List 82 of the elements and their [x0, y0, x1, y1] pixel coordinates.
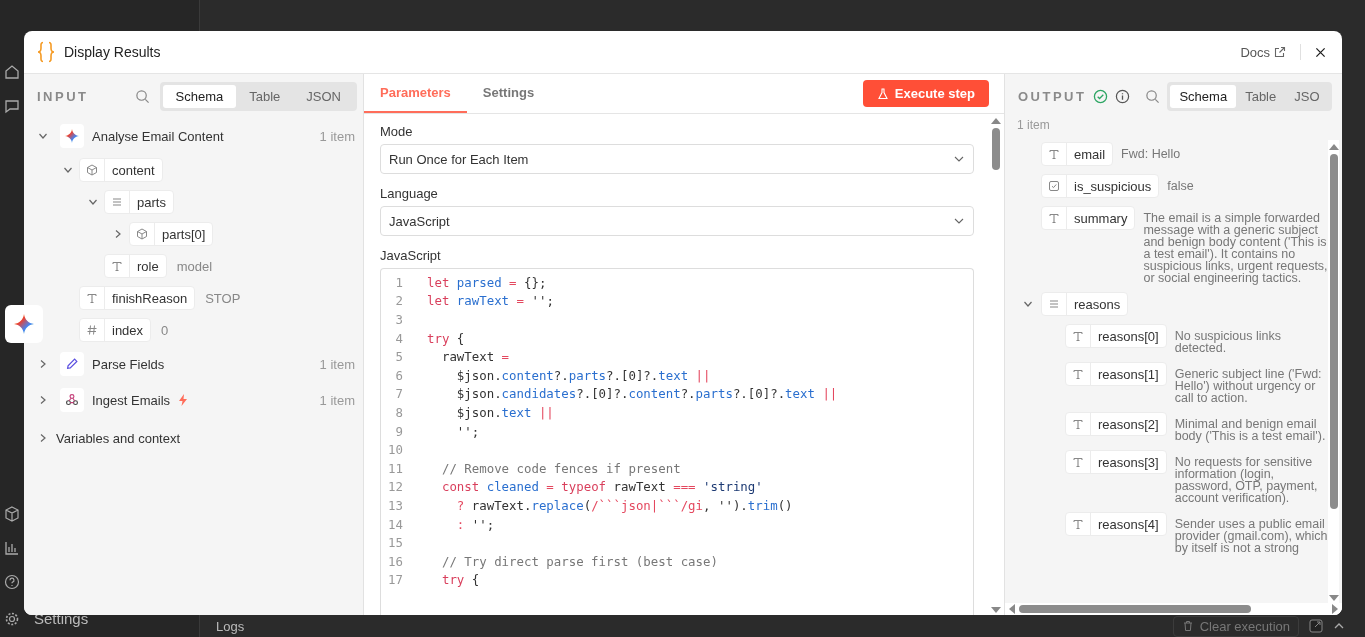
code-line: : '';: [455, 516, 495, 532]
view-tab[interactable]: Table: [1236, 84, 1286, 108]
code-line: let parsed = {};: [427, 274, 547, 290]
field-key-chip[interactable]: reasons[1]: [1065, 362, 1167, 386]
input-heading: INPUT: [37, 88, 90, 104]
node-name[interactable]: Analyse Email Content: [92, 128, 224, 144]
code-line: try {: [440, 572, 480, 588]
line-number: 11: [387, 460, 403, 476]
line-number: 4: [394, 330, 403, 346]
line-number: 3: [394, 312, 403, 327]
code-line: // Remove code fences if present: [440, 460, 681, 476]
line-number: 8: [394, 404, 403, 420]
field-value: false: [1167, 178, 1195, 192]
code-line: const cleaned = typeof rawText === 'string': [440, 479, 763, 495]
line-number: 9: [394, 423, 403, 439]
line-number: 14: [387, 516, 403, 532]
output-heading: OUTPUT: [1018, 88, 1087, 104]
line-number: 10: [387, 442, 403, 458]
code-line: '';: [455, 423, 480, 439]
code-line: try {: [427, 330, 465, 346]
view-tab[interactable]: Schema: [1170, 84, 1237, 108]
variables-context-label[interactable]: Variables and context: [56, 430, 181, 446]
field-value: The email is a simple forwarded message with a generic subject and benign body content ('This is a test email'). It contains no suspicious links, urgent requests, or social engineering tactics.: [1143, 210, 1328, 284]
line-number: 7: [394, 386, 403, 402]
field-key-chip[interactable]: parts: [104, 190, 174, 214]
line-number: 17: [387, 572, 403, 588]
field-value: 0: [161, 322, 169, 338]
field-value: Fwd: Hello: [1121, 146, 1182, 160]
field-value: Sender uses a public email provider (gmail.com), which by itself is not a strong: [1174, 516, 1328, 554]
field-value: Minimal and benign email body ('This is a test email').: [1174, 416, 1327, 442]
view-tab[interactable]: JSON: [293, 84, 354, 108]
node-name[interactable]: Parse Fields: [92, 356, 165, 372]
field-value: Generic subject line ('Fwd: Hello') without urgency or call to action.: [1174, 366, 1323, 404]
item-count: 1 item: [319, 128, 355, 144]
code-line: $json.candidates?.[0]?.content?.parts?.[0]?.text ||: [455, 386, 838, 402]
field-key-chip[interactable]: summary: [1041, 206, 1136, 230]
language-label: Language: [380, 186, 439, 201]
node-name[interactable]: Ingest Emails: [92, 392, 171, 408]
line-number: 15: [387, 535, 403, 551]
field-value: model: [176, 258, 213, 274]
field-value: No requests for sensitive information (login, password, OTP, payment, account verification).: [1174, 454, 1319, 504]
field-key-chip[interactable]: role: [104, 254, 167, 278]
field-key-chip[interactable]: reasons[0]: [1065, 324, 1167, 348]
code-line: $json.content?.parts?.[0]?.text ||: [455, 367, 711, 383]
line-number: 5: [394, 349, 403, 365]
mode-label: Mode: [380, 124, 414, 139]
field-key-chip[interactable]: content: [79, 158, 163, 182]
field-key-chip[interactable]: finishReason: [79, 286, 196, 310]
code-line: $json.text ||: [455, 404, 554, 420]
item-count: 1 item: [319, 356, 355, 372]
code-label: JavaScript: [380, 248, 442, 263]
panel-tab[interactable]: Settings: [466, 74, 551, 113]
item-count: 1 item: [319, 392, 355, 408]
line-number: 16: [387, 553, 403, 569]
field-key-chip[interactable]: email: [1041, 142, 1114, 166]
code-line: // Try direct parse first (best case): [440, 553, 718, 569]
code-line: ? rawText.replace(/```json|```/gi, '').trim(): [455, 497, 793, 513]
language-select[interactable]: JavaScript: [380, 206, 974, 236]
view-tab[interactable]: JSO: [1285, 84, 1329, 108]
field-key-chip[interactable]: reasons[2]: [1065, 412, 1167, 436]
docs-link[interactable]: Docs: [1240, 44, 1286, 60]
view-tab[interactable]: Table: [236, 84, 294, 108]
code-line: rawText =: [440, 349, 510, 365]
logs-label[interactable]: Logs: [216, 618, 1163, 634]
line-number: 1: [394, 274, 403, 290]
line-number: 13: [387, 497, 403, 513]
line-number: 6: [394, 367, 403, 383]
field-key-chip[interactable]: reasons: [1041, 292, 1129, 316]
line-number: 2: [394, 293, 403, 309]
item-count: 1 item: [1016, 118, 1051, 134]
code-line: let rawText = '';: [427, 293, 554, 309]
mode-select[interactable]: Run Once for Each Item: [380, 144, 974, 174]
dialog-title: Display Results: [64, 44, 162, 60]
field-key-chip[interactable]: reasons[3]: [1065, 450, 1167, 474]
field-key-chip[interactable]: reasons[4]: [1065, 512, 1167, 536]
field-key-chip[interactable]: index: [79, 318, 152, 342]
field-key-chip[interactable]: parts[0]: [129, 222, 214, 246]
field-key-chip[interactable]: is_suspicious: [1041, 174, 1160, 198]
field-value: No suspicious links detected.: [1174, 328, 1282, 354]
line-number: 12: [387, 479, 403, 495]
field-value: STOP: [205, 290, 241, 306]
view-tab[interactable]: Schema: [162, 84, 237, 108]
